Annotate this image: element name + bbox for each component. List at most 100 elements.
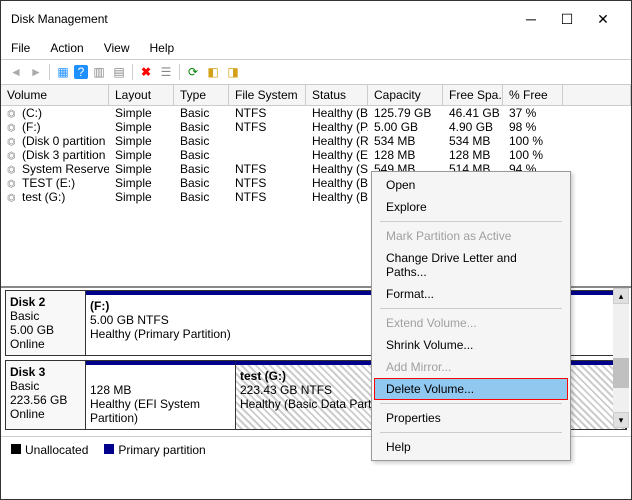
partition-efi[interactable]: 128 MB Healthy (EFI System Partition) bbox=[86, 361, 236, 429]
forward-icon[interactable]: ► bbox=[27, 63, 45, 81]
menu-action[interactable]: Action bbox=[46, 39, 87, 57]
disk-label[interactable]: Disk 3 Basic 223.56 GB Online bbox=[6, 361, 86, 429]
ctx-mark-active: Mark Partition as Active bbox=[374, 225, 568, 247]
ctx-separator bbox=[380, 403, 562, 404]
disk-type: Basic bbox=[10, 309, 81, 323]
ctx-help[interactable]: Help bbox=[374, 436, 568, 458]
col-freespace[interactable]: Free Spa... bbox=[443, 85, 503, 105]
cell-free: 4.90 GB bbox=[443, 120, 503, 134]
refresh-icon[interactable]: ⟳ bbox=[184, 63, 202, 81]
ctx-explore[interactable]: Explore bbox=[374, 196, 568, 218]
cell-status: Healthy (B... bbox=[306, 106, 368, 120]
close-button[interactable]: ✕ bbox=[585, 7, 621, 31]
cell-pct: 100 % bbox=[503, 134, 563, 148]
cell-pct: 98 % bbox=[503, 120, 563, 134]
action-icon[interactable]: ◧ bbox=[204, 63, 222, 81]
menu-file[interactable]: File bbox=[7, 39, 34, 57]
cell-free: 534 MB bbox=[443, 134, 503, 148]
cell-volume: (C:) bbox=[1, 106, 109, 120]
ctx-separator bbox=[380, 308, 562, 309]
cell-pct: 37 % bbox=[503, 106, 563, 120]
cell-status: Healthy (P... bbox=[306, 120, 368, 134]
scroll-up-icon[interactable]: ▴ bbox=[613, 288, 629, 304]
ctx-extend: Extend Volume... bbox=[374, 312, 568, 334]
scroll-down-icon[interactable]: ▾ bbox=[613, 412, 629, 428]
volume-row[interactable]: (Disk 3 partition 1)SimpleBasicHealthy (… bbox=[1, 148, 631, 162]
ctx-separator bbox=[380, 221, 562, 222]
disk-label[interactable]: Disk 2 Basic 5.00 GB Online bbox=[6, 291, 86, 355]
context-menu: Open Explore Mark Partition as Active Ch… bbox=[371, 171, 571, 461]
toolbar-separator bbox=[179, 64, 180, 80]
menu-bar: File Action View Help bbox=[1, 37, 631, 59]
toolbar-separator bbox=[49, 64, 50, 80]
grid-icon[interactable]: ▤ bbox=[110, 63, 128, 81]
volume-row[interactable]: (Disk 0 partition 3)SimpleBasicHealthy (… bbox=[1, 134, 631, 148]
col-spacer bbox=[563, 85, 631, 105]
cell-layout: Simple bbox=[109, 148, 174, 162]
legend-unallocated: Unallocated bbox=[11, 443, 88, 457]
cell-type: Basic bbox=[174, 190, 229, 204]
window-title: Disk Management bbox=[11, 12, 513, 26]
cell-fs: NTFS bbox=[229, 162, 306, 176]
cell-capacity: 534 MB bbox=[368, 134, 443, 148]
cell-volume: System Reserved bbox=[1, 162, 109, 176]
cell-type: Basic bbox=[174, 176, 229, 190]
cell-layout: Simple bbox=[109, 190, 174, 204]
menu-help[interactable]: Help bbox=[146, 39, 179, 57]
cell-free: 128 MB bbox=[443, 148, 503, 162]
ctx-separator bbox=[380, 432, 562, 433]
back-icon[interactable]: ◄ bbox=[7, 63, 25, 81]
menu-view[interactable]: View bbox=[100, 39, 134, 57]
col-capacity[interactable]: Capacity bbox=[368, 85, 443, 105]
ctx-open[interactable]: Open bbox=[374, 174, 568, 196]
maximize-button[interactable]: ☐ bbox=[549, 7, 585, 31]
cell-layout: Simple bbox=[109, 176, 174, 190]
cell-free: 46.41 GB bbox=[443, 106, 503, 120]
col-status[interactable]: Status bbox=[306, 85, 368, 105]
ctx-change-letter[interactable]: Change Drive Letter and Paths... bbox=[374, 247, 568, 283]
ctx-delete-volume[interactable]: Delete Volume... bbox=[374, 378, 568, 400]
cell-capacity: 128 MB bbox=[368, 148, 443, 162]
cell-layout: Simple bbox=[109, 106, 174, 120]
ctx-properties[interactable]: Properties bbox=[374, 407, 568, 429]
properties-icon[interactable]: ☰ bbox=[157, 63, 175, 81]
col-type[interactable]: Type bbox=[174, 85, 229, 105]
cell-capacity: 125.79 GB bbox=[368, 106, 443, 120]
ctx-shrink[interactable]: Shrink Volume... bbox=[374, 334, 568, 356]
disk-size: 223.56 GB bbox=[10, 393, 81, 407]
disk-status: Online bbox=[10, 337, 81, 351]
cell-type: Basic bbox=[174, 120, 229, 134]
view-icon[interactable]: ▦ bbox=[54, 63, 72, 81]
col-filesystem[interactable]: File System bbox=[229, 85, 306, 105]
scroll-thumb[interactable] bbox=[613, 358, 629, 388]
partition-name: (F:) bbox=[90, 299, 109, 313]
partition-size: 128 MB bbox=[90, 383, 231, 397]
disk-status: Online bbox=[10, 407, 81, 421]
list-icon[interactable]: ▥ bbox=[90, 63, 108, 81]
col-pctfree[interactable]: % Free bbox=[503, 85, 563, 105]
cell-fs: NTFS bbox=[229, 106, 306, 120]
disk-size: 5.00 GB bbox=[10, 323, 81, 337]
disk-type: Basic bbox=[10, 379, 81, 393]
cell-status: Healthy (B... bbox=[306, 176, 368, 190]
volume-row[interactable]: (C:)SimpleBasicNTFSHealthy (B...125.79 G… bbox=[1, 106, 631, 120]
disk-name: Disk 3 bbox=[10, 365, 81, 379]
delete-icon[interactable]: ✖ bbox=[137, 63, 155, 81]
help-icon[interactable]: ? bbox=[74, 65, 88, 79]
cell-fs: NTFS bbox=[229, 176, 306, 190]
volume-row[interactable]: (F:)SimpleBasicNTFSHealthy (P...5.00 GB4… bbox=[1, 120, 631, 134]
ctx-format[interactable]: Format... bbox=[374, 283, 568, 305]
col-volume[interactable]: Volume bbox=[1, 85, 109, 105]
cell-layout: Simple bbox=[109, 134, 174, 148]
cell-volume: (F:) bbox=[1, 120, 109, 134]
minimize-button[interactable]: ─ bbox=[513, 7, 549, 31]
cell-status: Healthy (E... bbox=[306, 148, 368, 162]
wizard-icon[interactable]: ◨ bbox=[224, 63, 242, 81]
scrollbar[interactable]: ▴ ▾ bbox=[613, 288, 629, 428]
partition-status: Healthy (EFI System Partition) bbox=[90, 397, 231, 425]
cell-layout: Simple bbox=[109, 120, 174, 134]
toolbar: ◄ ► ▦ ? ▥ ▤ ✖ ☰ ⟳ ◧ ◨ bbox=[1, 59, 631, 85]
cell-volume: test (G:) bbox=[1, 190, 109, 204]
col-layout[interactable]: Layout bbox=[109, 85, 174, 105]
cell-status: Healthy (R... bbox=[306, 134, 368, 148]
